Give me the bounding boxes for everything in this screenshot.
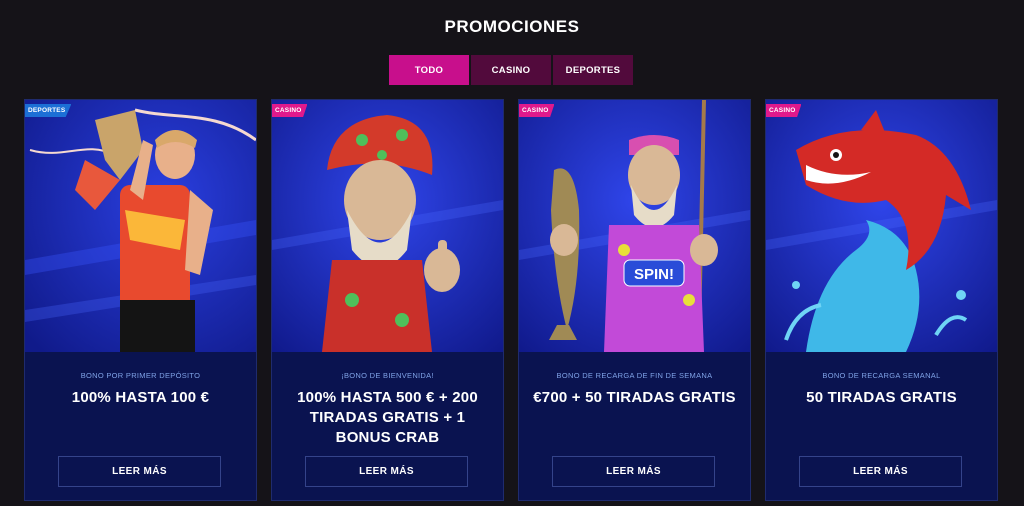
badge-casino: CASINO (519, 104, 555, 117)
read-more-button[interactable]: LEER MÁS (552, 456, 715, 487)
read-more-button[interactable]: LEER MÁS (305, 456, 468, 487)
promo-subtitle: BONO POR PRIMER DEPÓSITO (80, 371, 201, 380)
promo-card-casino-weekend[interactable]: SPIN! CASINO BONO DE RECARGA DE FIN DE S… (518, 99, 751, 501)
tab-todo[interactable]: TODO (389, 55, 469, 85)
page-title: PROMOCIONES (444, 17, 580, 36)
badge-deportes: DEPORTES (25, 104, 72, 117)
promo-subtitle: BONO DE RECARGA DE FIN DE SEMANA (556, 371, 713, 380)
red-shark-jumping-image (766, 100, 997, 352)
spin-sign-text: SPIN! (634, 266, 674, 283)
read-more-button[interactable]: LEER MÁS (799, 456, 962, 487)
promo-headline: 100% HASTA 500 € + 200 TIRADAS GRATIS + … (297, 389, 478, 446)
promo-subtitle: BONO DE RECARGA SEMANAL (822, 371, 941, 380)
footballer-holding-trophy-image (25, 100, 256, 352)
promo-card-casino-welcome[interactable]: CASINO ¡BONO DE BIENVENIDA! 100% HASTA 5… (271, 99, 504, 501)
promo-card-deportes[interactable]: DEPORTES BONO POR PRIMER DEPÓSITO 100% H… (24, 99, 257, 501)
tab-casino[interactable]: CASINO (471, 55, 551, 85)
read-more-button[interactable]: LEER MÁS (58, 456, 221, 487)
promo-filter-tabs: TODO CASINO DEPORTES (389, 55, 633, 85)
promo-headline: €700 + 50 TIRADAS GRATIS (533, 389, 736, 406)
pirate-thumbs-up-image (272, 100, 503, 352)
fisherman-holding-fish-image: SPIN! (519, 100, 750, 352)
promo-headline: 50 TIRADAS GRATIS (806, 389, 957, 406)
promo-subtitle: ¡BONO DE BIENVENIDA! (341, 371, 434, 380)
tab-deportes[interactable]: DEPORTES (553, 55, 633, 85)
promo-card-casino-weekly[interactable]: CASINO BONO DE RECARGA SEMANAL 50 TIRADA… (765, 99, 998, 501)
promo-headline: 100% HASTA 100 € (71, 389, 210, 406)
badge-casino: CASINO (272, 104, 308, 117)
badge-casino: CASINO (766, 104, 802, 117)
